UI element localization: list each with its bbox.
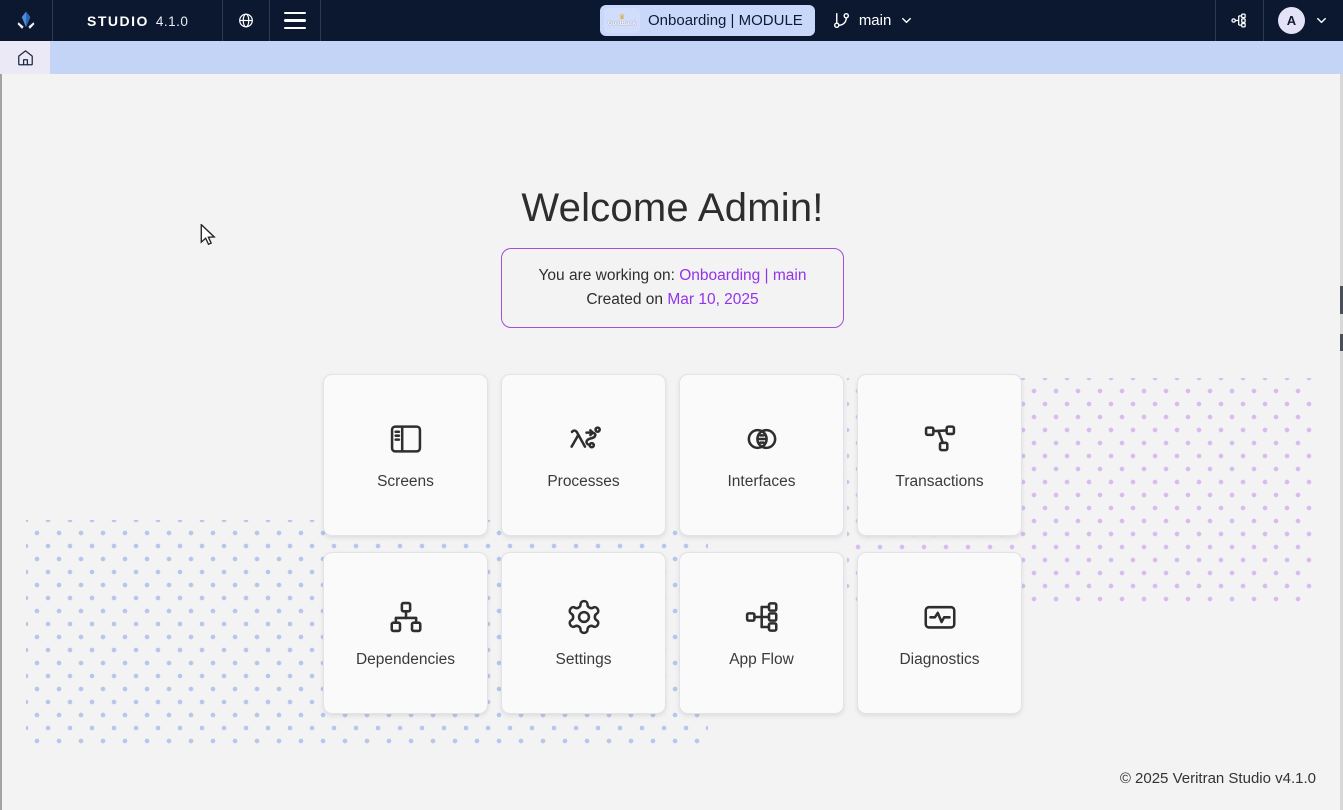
card-diagnostics[interactable]: Diagnostics	[857, 552, 1022, 714]
working-on-line: You are working on: Onboarding | main	[538, 267, 807, 284]
avatar: A	[1278, 7, 1305, 34]
card-transactions[interactable]: Transactions	[857, 374, 1022, 536]
card-settings[interactable]: Settings	[501, 552, 666, 714]
screens-icon	[390, 424, 421, 453]
main-menu-button[interactable]	[270, 0, 322, 41]
card-label: Dependencies	[355, 650, 456, 668]
card-screens[interactable]: Screens	[323, 374, 488, 536]
home-content: Welcome Admin! You are working on: Onboa…	[2, 74, 1343, 714]
card-label: App Flow	[729, 650, 794, 668]
settings-gear-icon	[567, 599, 600, 634]
project-module-label: Onboarding | MODULE	[648, 12, 803, 29]
brand-name: STUDIO	[87, 12, 149, 29]
navbar-right: A	[1215, 0, 1343, 41]
page-title: Welcome Admin!	[521, 186, 824, 230]
card-label: Screens	[377, 472, 434, 490]
branch-name: main	[858, 12, 892, 29]
diagnostics-icon	[923, 605, 956, 629]
project-selector[interactable]: ♛ GoldBank Onboarding | MODULE	[600, 5, 815, 36]
module-cards-grid: Screens Processes Interfaces Transaction…	[323, 374, 1022, 714]
created-date-link[interactable]: Mar 10, 2025	[667, 291, 758, 308]
home-icon	[17, 50, 33, 66]
tab-strip	[0, 41, 1343, 74]
hierarchy-icon	[1231, 13, 1246, 28]
workspace-info-box: You are working on: Onboarding | main Cr…	[501, 248, 844, 328]
created-on-line: Created on Mar 10, 2025	[586, 291, 759, 308]
git-branch-icon	[833, 12, 849, 29]
card-interfaces[interactable]: Interfaces	[679, 374, 844, 536]
globe-icon	[239, 13, 254, 28]
card-label: Interfaces	[727, 472, 796, 490]
environment-button[interactable]	[1215, 0, 1263, 41]
card-processes[interactable]: Processes	[501, 374, 666, 536]
card-app-flow[interactable]: App Flow	[679, 552, 844, 714]
app-flow-icon	[745, 601, 778, 632]
copyright-text: © 2025 Veritran Studio v4.1.0	[1119, 770, 1316, 787]
goldbank-logo: ♛ GoldBank	[604, 8, 640, 33]
tab-home[interactable]	[0, 41, 50, 74]
top-navbar: STUDIO 4.1.0 ♛ GoldBank Onboarding | MOD…	[0, 0, 1343, 41]
processes-icon	[569, 425, 601, 448]
veritran-logo-icon	[17, 11, 35, 29]
dependencies-icon	[389, 601, 422, 632]
card-label: Diagnostics	[899, 650, 980, 668]
card-label: Processes	[547, 472, 620, 490]
card-label: Settings	[555, 650, 612, 668]
card-dependencies[interactable]: Dependencies	[323, 552, 488, 714]
transactions-icon	[924, 424, 955, 451]
chevron-down-icon	[1317, 17, 1326, 24]
chevron-down-icon	[902, 17, 912, 24]
project-context: ♛ GoldBank Onboarding | MODULE main	[600, 0, 914, 41]
brand-version: 4.1.0	[155, 13, 189, 29]
project-branch-link[interactable]: Onboarding | main	[679, 267, 806, 284]
veritran-logo-icon[interactable]	[0, 0, 53, 41]
user-menu[interactable]: A	[1263, 0, 1343, 41]
main-area: Welcome Admin! You are working on: Onboa…	[0, 74, 1343, 810]
hamburger-menu-icon	[284, 11, 307, 30]
branch-selector[interactable]: main	[832, 11, 915, 30]
interfaces-icon	[747, 428, 776, 449]
language-button[interactable]	[223, 0, 271, 41]
studio-brand: STUDIO 4.1.0	[53, 0, 224, 41]
card-label: Transactions	[895, 472, 984, 490]
